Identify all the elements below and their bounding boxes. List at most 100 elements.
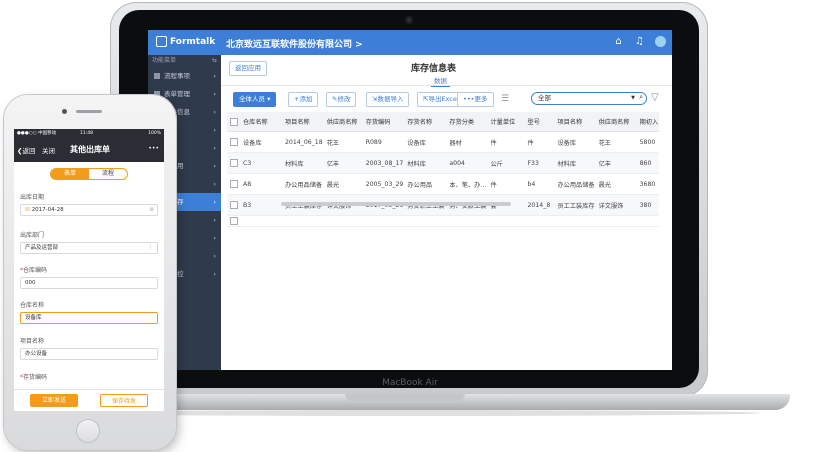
table-cell: 器材 [446,131,488,153]
form-field-input[interactable]: 办公设备 [20,348,158,360]
column-header[interactable]: 仓库名称 [240,112,282,132]
import-button[interactable]: ⇲数据导入 [366,92,410,107]
row-checkbox[interactable] [227,194,240,216]
column-header[interactable]: 存货编码 [362,112,405,132]
empty-table-row [227,215,660,227]
more-button[interactable]: •••更多 [457,92,494,107]
column-header[interactable]: 项目名称 [554,112,596,132]
table-row[interactable]: C3 材料库 亿丰 2003_08_17 材料库 a004 公斤 F33 材料库 亿丰 860 [227,152,660,174]
phone-speaker [76,110,102,113]
nav-close-button[interactable]: 关闭 [42,145,55,155]
horizontal-scrollbar[interactable] [281,202,511,206]
app-topbar: Formtalk 北京致远互联软件股份有限公司 > ⌂ ♫ [148,30,672,55]
table-cell: 材料库 [404,152,447,174]
field-label-text: 出库部门 [20,232,45,239]
field-value: 设备库 [25,315,42,321]
all-staff-filter-button[interactable]: 全体人员 ▾ [233,92,277,107]
segment-flow[interactable]: 流程 [89,169,127,179]
phone-home-button[interactable] [76,419,100,443]
company-switcher[interactable]: 北京致远互联软件股份有限公司 > [226,37,363,50]
filter-icon[interactable]: ▽ [651,92,659,103]
table-cell: 件 [487,173,525,195]
laptop-brand-label: MacBook Air [382,378,438,388]
back-to-app-button[interactable]: 返回应用 [229,61,267,76]
segment-form[interactable]: 表单 [51,169,89,179]
form-field-input[interactable]: 设备库 [20,312,158,324]
column-header[interactable]: 期初入 [636,112,660,132]
page-title: 库存信息表 [411,64,457,74]
chevron-right-icon: › [213,216,216,224]
back-label: 返回 [22,147,36,155]
laptop-screen: Formtalk 北京致远互联软件股份有限公司 > ⌂ ♫ 功能菜单 ⇆ 流程事… [148,30,672,370]
column-header[interactable]: 存货分类 [446,112,488,132]
search-icon: ⌕ [639,93,643,101]
phone-navbar: ❮返回 关闭 其他出库单 ••• [14,138,164,162]
edit-button[interactable]: ✎修改 [326,92,357,107]
column-header[interactable]: 供应商名称 [595,112,637,132]
store-icon[interactable]: ⌂ [613,36,624,47]
chevron-right-icon: › [213,234,216,242]
carrier-text: ●●●○○ 中国移动 [17,131,57,136]
phone-screen: ●●●○○ 中国移动 11:48 100% ❮返回 关闭 其他出库单 ••• 表… [14,129,164,411]
table-cell [323,215,363,227]
table-cell: A8 [240,173,282,195]
topbar-icons: ⌂ ♫ [613,36,666,47]
phone-bottom-bar: 立即发送 保存待发 [14,389,164,411]
row-checkbox[interactable] [227,131,240,153]
table-cell: 花王 [323,131,363,153]
select-all-checkbox[interactable] [227,112,240,132]
column-header[interactable]: 项目名称 [282,112,324,132]
table-cell: 办公用品储备 [282,173,324,195]
table-cell: C3 [240,152,282,174]
cube-icon [156,36,167,47]
row-checkbox[interactable] [227,215,240,227]
nav-back-button[interactable]: ❮返回 [17,145,35,155]
dropdown-arrow-icon: ▼ [631,95,635,101]
form-field-input[interactable]: 000 [20,277,158,289]
time-text: 11:48 [80,131,93,136]
submit-button[interactable]: 立即发送 [30,394,78,407]
table-cell: b4 [524,173,555,195]
table-cell: 员工工装库存 [554,194,596,216]
table-cell: 晨光 [323,173,363,195]
inventory-table: 仓库名称 项目名称 供应商名称 存货编码 存货名称 存货分类 计量单位 型号 项目名称 供应商名称… [227,112,660,227]
table-cell [554,215,596,227]
table-row[interactable]: A8 办公用品储备 晨光 2005_03_29 办公用品 本、笔、办... 件 b4 办公用品储… [227,173,660,195]
row-checkbox[interactable] [227,173,240,195]
table-cell: 2003_08_17 [362,152,405,174]
search-input[interactable]: 全部 ▼ ⌕ [531,92,647,105]
list-view-icon[interactable]: ☰ [501,94,509,104]
form-field-input[interactable]: ☒ ⊗ 2017-04-28 [20,204,158,216]
table-cell [446,215,488,227]
field-label: 出库日期 [20,192,44,201]
column-header[interactable]: 存货名称 [404,112,447,132]
row-checkbox[interactable] [227,152,240,174]
chevron-right-icon: › [213,162,216,170]
add-button[interactable]: +添加 [288,92,319,107]
nav-more-icon[interactable]: ••• [148,145,159,152]
column-header[interactable]: 供应商名称 [323,112,363,132]
sidebar-item[interactable]: 流程事项 › [148,67,221,85]
column-header[interactable]: 计量单位 [487,112,525,132]
tab-data[interactable]: 数据 [431,75,450,87]
column-header[interactable]: 型号 [524,112,555,132]
app-logo[interactable]: Formtalk [156,36,215,47]
bell-icon[interactable]: ♫ [634,36,645,47]
sidebar-header: 功能菜单 ⇆ [148,55,221,67]
table-cell: 380 [636,194,660,216]
field-value: 产品及运营部 [25,245,59,251]
table-row[interactable]: 设备库 2014_06_18 花王 R089 设备库 器材件件设备库 花王 5800 [227,131,660,153]
save-draft-button[interactable]: 保存待发 [100,394,148,407]
table-cell: 2014_8 [524,194,555,216]
table-cell: 3680 [636,173,660,195]
org-tree-icon[interactable]: ⋮ [148,243,154,253]
collapse-icon[interactable]: ⇆ [212,55,217,67]
main-content: 返回应用 库存信息表 数据 全体人员 ▾ +添加 ✎修改 ⇲数据导入 ⇱导出Ex… [221,55,672,370]
chevron-right-icon: › [213,108,216,116]
user-avatar[interactable] [655,36,666,47]
field-value: 2017-04-28 [31,207,64,213]
clear-icon[interactable]: ⊗ [149,205,154,215]
table-cell: 5800 [636,131,660,153]
nav-title: 其他出库单 [70,145,110,154]
form-field-input[interactable]: ⋮ 产品及运营部 [20,242,158,254]
